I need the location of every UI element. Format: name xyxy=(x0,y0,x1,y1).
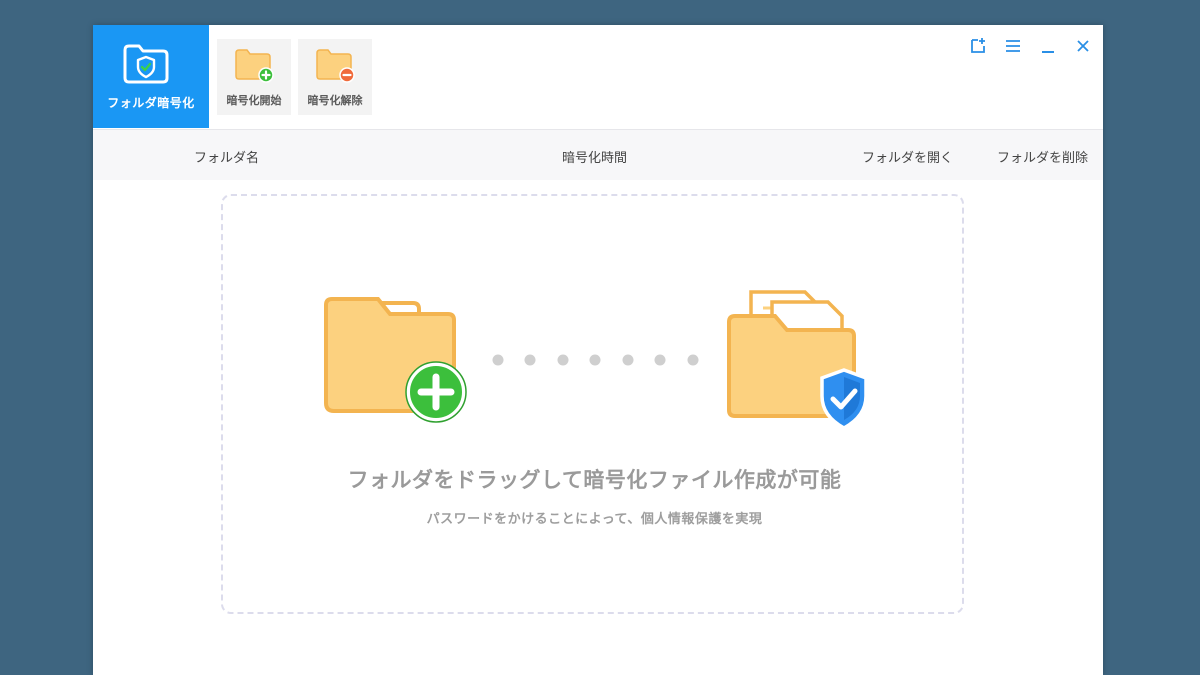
top-toolbar: フォルダ暗号化 暗号化開始 暗号化解除 xyxy=(93,25,1103,130)
encrypted-folder-illustration-icon xyxy=(727,290,868,430)
drop-zone-subtitle: パスワードをかけることによって、個人情報保護を実現 xyxy=(426,512,763,527)
progress-dots xyxy=(492,354,699,366)
column-open-folder[interactable]: フォルダを開く xyxy=(862,147,953,166)
column-encrypted-time[interactable]: 暗号化時間 xyxy=(562,147,627,166)
drop-zone-title: フォルダをドラッグして暗号化ファイル作成が可能 xyxy=(347,468,842,492)
folder-remove-icon xyxy=(316,49,355,83)
app-window: フォルダ暗号化 暗号化開始 暗号化解除 フォルダ名 暗号化時間 フォルダを開く … xyxy=(93,25,1103,675)
close-icon[interactable] xyxy=(1073,36,1093,56)
folder-add-illustration-icon xyxy=(324,297,467,423)
feedback-icon[interactable] xyxy=(968,36,988,56)
table-header: フォルダ名 暗号化時間 フォルダを開く フォルダを削除 xyxy=(93,130,1103,180)
window-controls xyxy=(968,36,1093,56)
column-delete-folder[interactable]: フォルダを削除 xyxy=(997,147,1088,166)
remove-encryption-button[interactable]: 暗号化解除 xyxy=(298,39,372,115)
shield-folder-icon xyxy=(123,44,169,84)
folder-add-icon xyxy=(235,49,274,83)
remove-encryption-label: 暗号化解除 xyxy=(307,94,363,107)
folder-encrypt-label: フォルダ暗号化 xyxy=(107,96,195,110)
column-folder-name[interactable]: フォルダ名 xyxy=(194,147,259,166)
start-encryption-button[interactable]: 暗号化開始 xyxy=(217,39,291,115)
minimize-icon[interactable] xyxy=(1038,36,1058,56)
folder-drop-zone[interactable]: フォルダをドラッグして暗号化ファイル作成が可能 パスワードをかけることによって、… xyxy=(221,194,964,614)
start-encryption-label: 暗号化開始 xyxy=(226,94,282,107)
menu-icon[interactable] xyxy=(1003,36,1023,56)
drop-illustration xyxy=(324,290,868,430)
folder-encrypt-tab[interactable]: フォルダ暗号化 xyxy=(93,25,209,128)
